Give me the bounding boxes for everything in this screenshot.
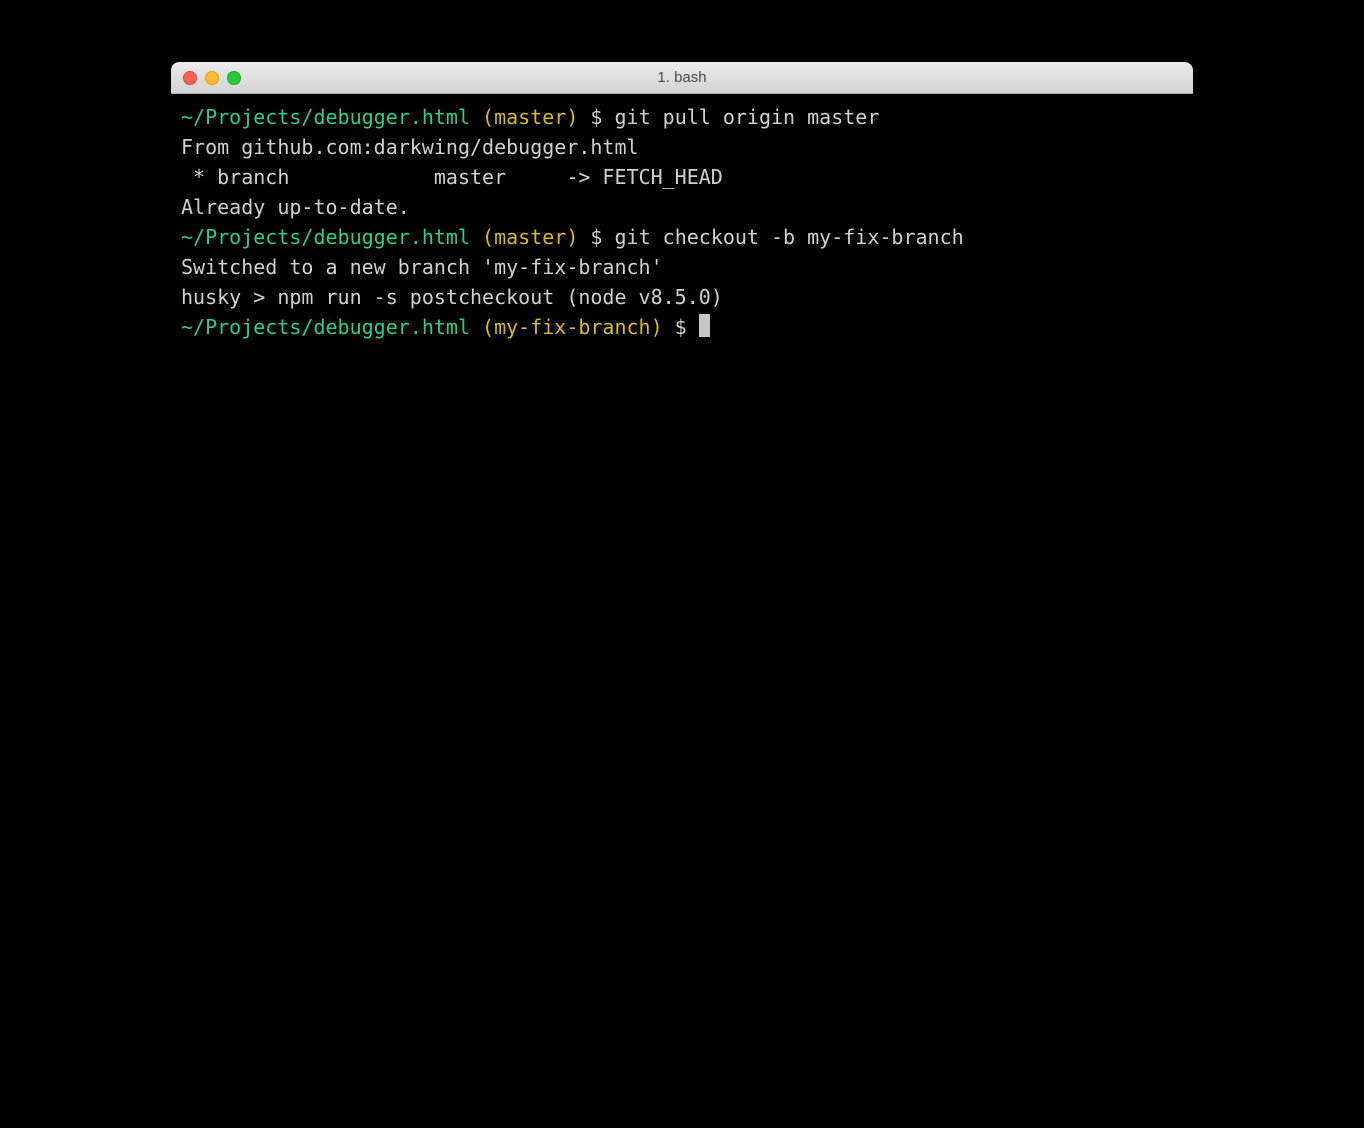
terminal-output: husky > npm run -s postcheckout (node v8… (181, 282, 1183, 312)
prompt-path: ~/Projects/debugger.html (181, 105, 470, 129)
prompt-dollar: $ (578, 105, 614, 129)
prompt-dollar: $ (578, 225, 614, 249)
terminal-output: * branch master -> FETCH_HEAD (181, 162, 1183, 192)
terminal-line: ~/Projects/debugger.html (master) $ git … (181, 222, 1183, 252)
cursor-icon (699, 314, 710, 337)
prompt-branch: (master) (470, 105, 578, 129)
terminal-body[interactable]: ~/Projects/debugger.html (master) $ git … (171, 94, 1193, 994)
window-title: 1. bash (171, 69, 1193, 86)
window-titlebar[interactable]: 1. bash (171, 62, 1193, 94)
terminal-output: From github.com:darkwing/debugger.html (181, 132, 1183, 162)
terminal-line: ~/Projects/debugger.html (my-fix-branch)… (181, 312, 1183, 342)
prompt-path: ~/Projects/debugger.html (181, 225, 470, 249)
command-text: git checkout -b my-fix-branch (614, 225, 963, 249)
traffic-lights (171, 71, 241, 85)
prompt-branch: (master) (470, 225, 578, 249)
prompt-dollar: $ (663, 315, 699, 339)
command-text: git pull origin master (614, 105, 879, 129)
close-icon[interactable] (183, 71, 197, 85)
maximize-icon[interactable] (227, 71, 241, 85)
prompt-branch: (my-fix-branch) (470, 315, 663, 339)
terminal-output: Switched to a new branch 'my-fix-branch' (181, 252, 1183, 282)
minimize-icon[interactable] (205, 71, 219, 85)
terminal-output: Already up-to-date. (181, 192, 1183, 222)
terminal-window: 1. bash ~/Projects/debugger.html (master… (171, 62, 1193, 994)
terminal-line: ~/Projects/debugger.html (master) $ git … (181, 102, 1183, 132)
prompt-path: ~/Projects/debugger.html (181, 315, 470, 339)
